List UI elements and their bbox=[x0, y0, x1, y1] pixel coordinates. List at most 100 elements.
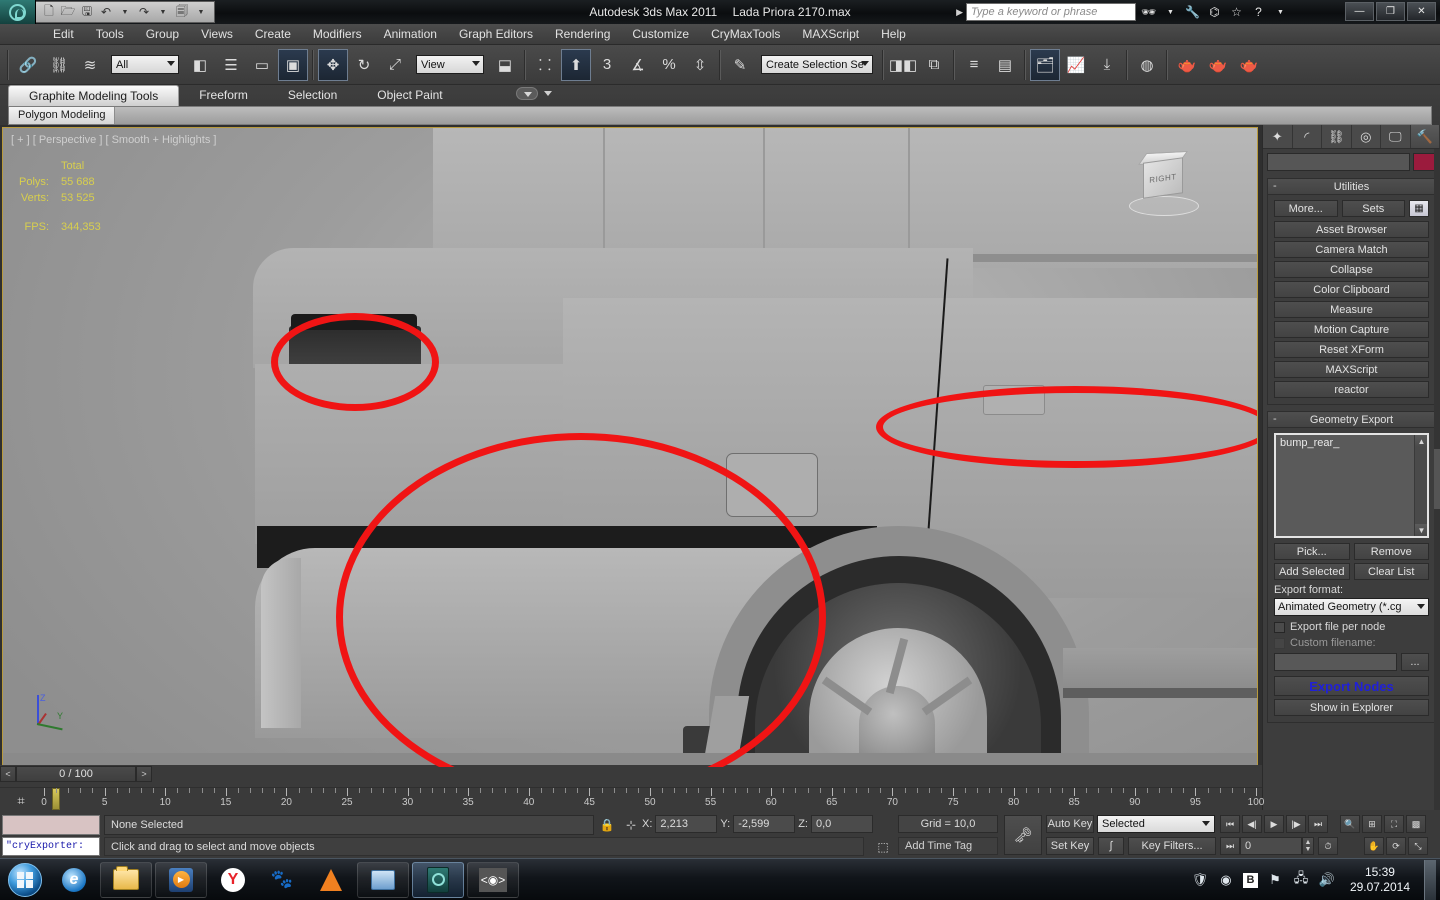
coord-z[interactable]: Z: 0,0 bbox=[798, 815, 873, 833]
search-input[interactable]: Type a keyword or phrase bbox=[966, 3, 1136, 21]
material-editor-icon[interactable]: ◍ bbox=[1132, 49, 1162, 81]
motion-tab-icon[interactable]: ◎ bbox=[1352, 125, 1381, 148]
infocenter-expand-icon[interactable]: ▶ bbox=[956, 7, 963, 18]
rendered-frame-window-icon[interactable]: 🫖 bbox=[1203, 49, 1233, 81]
utility-camera-match-button[interactable]: Camera Match bbox=[1274, 241, 1429, 258]
current-frame-field[interactable]: 0 bbox=[1240, 837, 1302, 855]
view-cube-right-face[interactable]: RIGHT bbox=[1143, 157, 1183, 199]
select-by-name-icon[interactable]: ☰ bbox=[216, 49, 246, 81]
menu-item-rendering[interactable]: Rendering bbox=[544, 24, 621, 45]
wrench-icon[interactable]: 🔧 bbox=[1183, 3, 1202, 21]
maximize-viewport-icon[interactable]: ⤡ bbox=[1408, 837, 1428, 855]
utilities-rollout-header[interactable]: - Utilities bbox=[1268, 179, 1435, 195]
tab-freeform[interactable]: Freeform bbox=[179, 85, 268, 106]
hierarchy-tab-icon[interactable]: ⛓ bbox=[1322, 125, 1352, 148]
prev-frame-button[interactable]: < bbox=[0, 766, 16, 782]
zoom-icon[interactable]: 🔍 bbox=[1340, 815, 1360, 833]
scrollbar-thumb[interactable] bbox=[1434, 449, 1440, 509]
edit-named-selection-sets-icon[interactable]: ✎ bbox=[725, 49, 755, 81]
binoculars-icon[interactable]: 🕶 bbox=[1139, 3, 1158, 21]
coord-z-value[interactable]: 0,0 bbox=[810, 815, 873, 833]
set-key-button[interactable]: Set Key bbox=[1046, 837, 1094, 855]
use-pivot-point-center-icon[interactable]: ⬓ bbox=[490, 49, 520, 81]
windows-explorer-icon[interactable] bbox=[113, 866, 139, 890]
configure-button-sets-icon[interactable]: ▦ bbox=[1409, 200, 1429, 217]
view-cube[interactable]: RIGHT bbox=[1129, 150, 1199, 216]
taskbar-media-player[interactable]: ▶ bbox=[155, 861, 207, 898]
time-configuration-icon[interactable]: ⏱ bbox=[1318, 837, 1338, 855]
geometry-export-rollout-header[interactable]: - Geometry Export bbox=[1268, 412, 1435, 428]
select-and-rotate-icon[interactable]: ↻ bbox=[349, 49, 379, 81]
previous-frame-icon[interactable]: ◀| bbox=[1242, 815, 1262, 833]
frame-readout[interactable]: 0 / 100 bbox=[16, 766, 136, 782]
maxscript-listener-input[interactable]: "cryExporter: bbox=[2, 837, 100, 856]
control-panel-icon[interactable] bbox=[371, 869, 395, 890]
add-time-tag-button[interactable]: Add Time Tag bbox=[898, 837, 998, 855]
utility-maxscript-button[interactable]: MAXScript bbox=[1274, 361, 1429, 378]
new-icon[interactable]: 🗋 bbox=[40, 3, 58, 21]
clone-icon[interactable]: 🗐 bbox=[173, 3, 191, 21]
select-and-link-icon[interactable]: 🔗 bbox=[13, 49, 43, 81]
utility-motion-capture-button[interactable]: Motion Capture bbox=[1274, 321, 1429, 338]
tab-graphite-modeling-tools[interactable]: Graphite Modeling Tools bbox=[8, 85, 180, 106]
render-setup-icon[interactable]: 🫖 bbox=[1172, 49, 1202, 81]
go-to-start-icon[interactable]: ⏮ bbox=[1220, 815, 1240, 833]
taskbar-control-panel[interactable] bbox=[357, 861, 409, 898]
sets-button[interactable]: Sets bbox=[1341, 200, 1405, 217]
coord-y[interactable]: Y: -2,599 bbox=[720, 815, 796, 833]
align-icon[interactable]: ⧉ bbox=[919, 49, 949, 81]
object-color-swatch[interactable] bbox=[1413, 153, 1435, 171]
select-object-icon[interactable]: ◧ bbox=[185, 49, 215, 81]
menu-item-modifiers[interactable]: Modifiers bbox=[302, 24, 373, 45]
restore-button[interactable]: ❐ bbox=[1376, 2, 1405, 21]
menu-item-graph-editors[interactable]: Graph Editors bbox=[448, 24, 544, 45]
tab-selection[interactable]: Selection bbox=[268, 85, 357, 106]
open-mini-curve-editor-icon[interactable]: ⌗ bbox=[8, 792, 34, 810]
add-selected-button[interactable]: Add Selected bbox=[1274, 563, 1350, 580]
security-shield-icon[interactable]: 🛡 bbox=[1191, 872, 1209, 888]
custom-filename-input[interactable] bbox=[1274, 653, 1397, 671]
toggle-scene-explorer-icon[interactable]: ▤ bbox=[990, 49, 1020, 81]
graphite-modeling-toggle-icon[interactable]: 🗂 bbox=[1030, 48, 1060, 81]
taskbar-3dsmax[interactable] bbox=[412, 861, 464, 898]
network-icon[interactable]: 🖧 bbox=[1292, 869, 1310, 891]
close-button[interactable]: ✕ bbox=[1407, 2, 1436, 21]
menu-item-help[interactable]: Help bbox=[870, 24, 917, 45]
modify-tab-icon[interactable]: ◜ bbox=[1293, 125, 1322, 148]
taskbar-yandex[interactable]: Y bbox=[210, 862, 256, 898]
export-nodes-button[interactable]: Export Nodes bbox=[1274, 676, 1429, 696]
coord-x[interactable]: X: 2,213 bbox=[642, 815, 718, 833]
more-button[interactable]: More... bbox=[1274, 200, 1338, 217]
select-and-move-icon[interactable]: ✥ bbox=[318, 48, 348, 81]
coord-y-value[interactable]: -2,599 bbox=[733, 815, 796, 833]
browse-button[interactable]: ... bbox=[1401, 653, 1429, 671]
save-icon[interactable]: 🖫 bbox=[78, 3, 96, 21]
yandex-browser-icon[interactable]: Y bbox=[221, 867, 245, 892]
reference-coordinate-system-dropdown[interactable]: View bbox=[416, 55, 484, 74]
checkbox-box[interactable] bbox=[1274, 637, 1285, 649]
ribbon-minimize-pill-icon[interactable] bbox=[516, 87, 538, 100]
utility-reactor-button[interactable]: reactor bbox=[1274, 381, 1429, 398]
menu-item-edit[interactable]: Edit bbox=[42, 24, 85, 45]
redo-dropdown-icon[interactable]: ▼ bbox=[154, 3, 172, 21]
help-dropdown-icon[interactable]: ▼ bbox=[1271, 3, 1290, 21]
menu-item-animation[interactable]: Animation bbox=[373, 24, 448, 45]
export-format-dropdown[interactable]: Animated Geometry (*.cg bbox=[1274, 598, 1429, 616]
undo-dropdown-icon[interactable]: ▼ bbox=[116, 3, 134, 21]
schematic-view-icon[interactable]: ⤓ bbox=[1092, 49, 1122, 81]
command-panel-scrollbar[interactable] bbox=[1434, 149, 1440, 810]
pick-button[interactable]: Pick... bbox=[1274, 543, 1350, 560]
start-orb-icon[interactable] bbox=[8, 862, 42, 897]
compass-icon[interactable]: ⌬ bbox=[1205, 3, 1224, 21]
vlc-player-icon[interactable] bbox=[320, 868, 342, 891]
named-selection-set-dropdown[interactable]: Create Selection Se bbox=[761, 55, 873, 74]
angle-snap-toggle-icon[interactable]: ∡ bbox=[623, 49, 653, 81]
next-frame-button[interactable]: > bbox=[136, 766, 152, 782]
play-animation-icon[interactable]: ▶ bbox=[1264, 815, 1284, 833]
param-curve-out-of-range-icon[interactable]: ∫ bbox=[1098, 837, 1124, 855]
zoom-all-icon[interactable]: ⊞ bbox=[1362, 815, 1382, 833]
custom-filename-checkbox[interactable]: Custom filename: bbox=[1274, 637, 1429, 649]
key-selection-level-dropdown[interactable]: Selected bbox=[1097, 815, 1215, 833]
menu-item-crymaxtools[interactable]: CryMaxTools bbox=[700, 24, 791, 45]
percent-snap-toggle-icon[interactable]: % bbox=[654, 49, 684, 81]
